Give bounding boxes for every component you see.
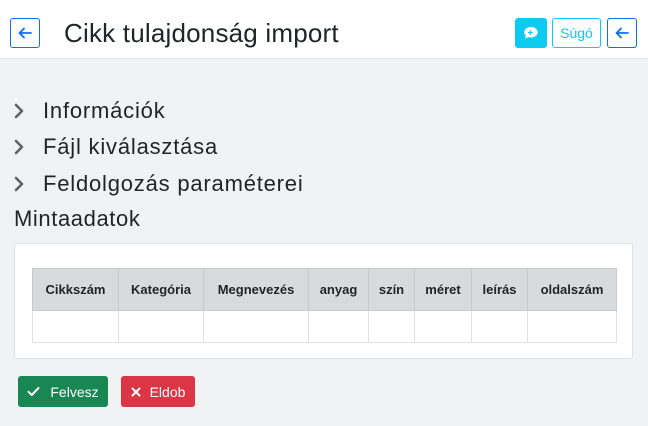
chevron-right-icon: [14, 136, 30, 158]
page-title: Cikk tulajdonság import: [64, 18, 339, 48]
section-label: Feldolgozás paraméterei: [43, 171, 304, 196]
sample-data-card: Cikkszám Kategória Megnevezés anyag szín…: [14, 243, 633, 359]
discard-button[interactable]: Eldob: [121, 376, 195, 407]
table-row: [32, 310, 617, 343]
section-feldolgozas-parameterei[interactable]: Feldolgozás paraméterei: [14, 169, 304, 199]
column-header-megnevezes: Megnevezés: [203, 268, 309, 311]
chat-icon: [524, 27, 538, 39]
table-cell: [368, 310, 415, 343]
back-button-right[interactable]: [607, 18, 637, 48]
table-cell: [527, 310, 617, 343]
table-cell: [118, 310, 204, 343]
chevron-right-icon: [14, 100, 30, 122]
sample-data-title: Mintaadatok: [14, 206, 141, 231]
save-button-label: Felvesz: [50, 383, 99, 400]
table-cell: [414, 310, 472, 343]
column-header-oldalszam: oldalszám: [527, 268, 617, 311]
table-cell: [471, 310, 528, 343]
column-header-cikkszam: Cikkszám: [32, 268, 119, 311]
section-fajl-kivalasztasa[interactable]: Fájl kiválasztása: [14, 132, 218, 162]
sample-data-table: Cikkszám Kategória Megnevezés anyag szín…: [32, 268, 617, 343]
back-button-left[interactable]: [10, 18, 40, 48]
discard-button-label: Eldob: [149, 383, 186, 400]
table-cell: [32, 310, 119, 343]
check-icon: [27, 387, 40, 396]
column-header-leiras: leírás: [471, 268, 528, 311]
table-cell: [308, 310, 369, 343]
arrow-left-icon: [18, 27, 32, 39]
page-header: Cikk tulajdonság import Súgó: [0, 0, 648, 59]
save-button[interactable]: Felvesz: [18, 376, 108, 407]
help-button[interactable]: Súgó: [552, 18, 601, 48]
section-informaciok[interactable]: Információk: [14, 96, 166, 126]
section-label: Fájl kiválasztása: [43, 134, 218, 159]
arrow-left-icon: [615, 27, 629, 39]
column-header-kategoria: Kategória: [118, 268, 204, 311]
section-label: Információk: [43, 98, 166, 123]
x-icon: [131, 387, 141, 396]
table-header-row: Cikkszám Kategória Megnevezés anyag szín…: [32, 268, 617, 311]
table-cell: [203, 310, 309, 343]
column-header-szin: szín: [368, 268, 415, 311]
column-header-meret: méret: [414, 268, 472, 311]
chat-button[interactable]: [515, 18, 547, 48]
chevron-right-icon: [14, 173, 30, 195]
column-header-anyag: anyag: [308, 268, 369, 311]
